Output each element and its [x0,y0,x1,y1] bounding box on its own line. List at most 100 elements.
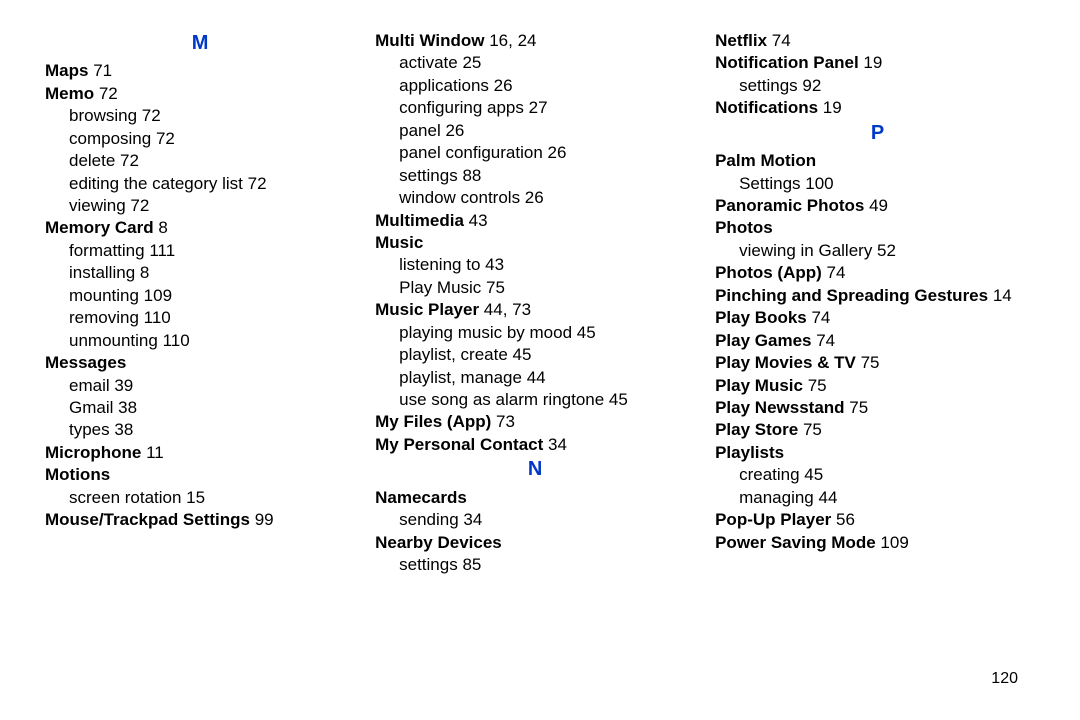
index-subentry[interactable]: viewing in Gallery 52 [739,240,1040,262]
index-entry[interactable]: Mouse/Trackpad Settings 99 [45,509,355,531]
index-entry-pages: 74 [767,31,791,50]
index-entry[interactable]: Play Store 75 [715,419,1040,441]
index-subentry[interactable]: email 39 [69,375,355,397]
index-subentry[interactable]: Play Music 75 [399,277,695,299]
index-subentry-pages: 92 [798,76,822,95]
index-entry-pages: 44, 73 [479,300,531,319]
index-subentry[interactable]: formatting 111 [69,240,355,262]
index-entry[interactable]: Memory Card 8 [45,217,355,239]
index-entry-label: My Personal Contact [375,435,543,454]
index-entry-label: Maps [45,61,88,80]
index-entry[interactable]: Maps 71 [45,60,355,82]
index-entry-label: Nearby Devices [375,533,502,552]
index-subentry[interactable]: Gmail 38 [69,397,355,419]
index-entry[interactable]: Notifications 19 [715,97,1040,119]
index-subentry[interactable]: viewing 72 [69,195,355,217]
index-subentry-label: viewing [69,196,126,215]
index-entry[interactable]: Multimedia 43 [375,210,695,232]
index-entry[interactable]: Music [375,232,695,254]
index-entry-label: Panoramic Photos [715,196,864,215]
index-entry[interactable]: Palm Motion [715,150,1040,172]
index-subentry-pages: 100 [801,174,834,193]
index-subentry[interactable]: unmounting 110 [69,330,355,352]
index-subentry-label: settings [399,166,458,185]
index-subentry-pages: 52 [872,241,896,260]
index-subentry-label: formatting [69,241,145,260]
index-entry[interactable]: Play Movies & TV 75 [715,352,1040,374]
index-subentry-label: panel [399,121,441,140]
index-subentry[interactable]: screen rotation 15 [69,487,355,509]
index-entry[interactable]: Messages [45,352,355,374]
index-entry-label: Power Saving Mode [715,533,876,552]
index-subentry[interactable]: settings 85 [399,554,695,576]
index-subentry[interactable]: panel 26 [399,120,695,142]
index-subentry[interactable]: use song as alarm ringtone 45 [399,389,695,411]
index-subentry-label: configuring apps [399,98,524,117]
index-entry[interactable]: Microphone 11 [45,442,355,464]
index-entry[interactable]: My Personal Contact 34 [375,434,695,456]
index-subentry[interactable]: settings 88 [399,165,695,187]
index-entry[interactable]: My Files (App) 73 [375,411,695,433]
index-subentry[interactable]: configuring apps 27 [399,97,695,119]
index-subentry[interactable]: delete 72 [69,150,355,172]
index-subentry[interactable]: managing 44 [739,487,1040,509]
index-subentry[interactable]: playing music by mood 45 [399,322,695,344]
index-letter-heading: N [375,456,695,482]
index-entry-label: Multi Window [375,31,484,50]
index-subentry[interactable]: playlist, manage 44 [399,367,695,389]
index-subentry[interactable]: listening to 43 [399,254,695,276]
index-entry[interactable]: Photos (App) 74 [715,262,1040,284]
index-entry-pages: 16, 24 [485,31,537,50]
index-entry-label: Photos [715,218,773,237]
index-entry[interactable]: Play Books 74 [715,307,1040,329]
index-entry-label: Messages [45,353,126,372]
index-subentry-label: window controls [399,188,520,207]
index-entry[interactable]: Memo 72 [45,83,355,105]
index-subentry[interactable]: Settings 100 [739,173,1040,195]
index-entry[interactable]: Play Music 75 [715,375,1040,397]
index-entry[interactable]: Power Saving Mode 109 [715,532,1040,554]
index-subentry-label: email [69,376,110,395]
index-entry[interactable]: Motions [45,464,355,486]
index-entry[interactable]: Panoramic Photos 49 [715,195,1040,217]
index-subentry[interactable]: window controls 26 [399,187,695,209]
index-entry-pages: 75 [845,398,869,417]
index-subentry[interactable]: playlist, create 45 [399,344,695,366]
index-entry[interactable]: Music Player 44, 73 [375,299,695,321]
index-entry-label: Notification Panel [715,53,859,72]
index-subentry[interactable]: mounting 109 [69,285,355,307]
index-subentry[interactable]: applications 26 [399,75,695,97]
index-subentry[interactable]: activate 25 [399,52,695,74]
index-subentry-label: types [69,420,110,439]
index-entry[interactable]: Nearby Devices [375,532,695,554]
index-subentry-label: delete [69,151,115,170]
index-entry[interactable]: Photos [715,217,1040,239]
index-subentry[interactable]: settings 92 [739,75,1040,97]
index-entry[interactable]: Multi Window 16, 24 [375,30,695,52]
index-entry-label: Multimedia [375,211,464,230]
index-entry[interactable]: Notification Panel 19 [715,52,1040,74]
index-subentry-label: panel configuration [399,143,543,162]
index-entry[interactable]: Playlists [715,442,1040,464]
index-entry[interactable]: Namecards [375,487,695,509]
index-entry[interactable]: Pop-Up Player 56 [715,509,1040,531]
index-subentry[interactable]: installing 8 [69,262,355,284]
index-entry[interactable]: Play Games 74 [715,330,1040,352]
index-subentry-label: browsing [69,106,137,125]
index-entry-label: Memo [45,84,94,103]
index-entry[interactable]: Netflix 74 [715,30,1040,52]
index-subentry-label: use song as alarm ringtone [399,390,604,409]
index-subentry[interactable]: removing 110 [69,307,355,329]
index-subentry-label: viewing in Gallery [739,241,872,260]
index-entry-label: Pinching and Spreading Gestures [715,286,988,305]
index-subentry[interactable]: creating 45 [739,464,1040,486]
index-subentry[interactable]: types 38 [69,419,355,441]
index-subentry[interactable]: browsing 72 [69,105,355,127]
index-entry-pages: 109 [876,533,909,552]
index-entry[interactable]: Pinching and Spreading Gestures 14 [715,285,1040,307]
index-subentry[interactable]: panel configuration 26 [399,142,695,164]
index-subentry[interactable]: editing the category list 72 [69,173,355,195]
index-entry[interactable]: Play Newsstand 75 [715,397,1040,419]
index-subentry[interactable]: composing 72 [69,128,355,150]
index-subentry[interactable]: sending 34 [399,509,695,531]
